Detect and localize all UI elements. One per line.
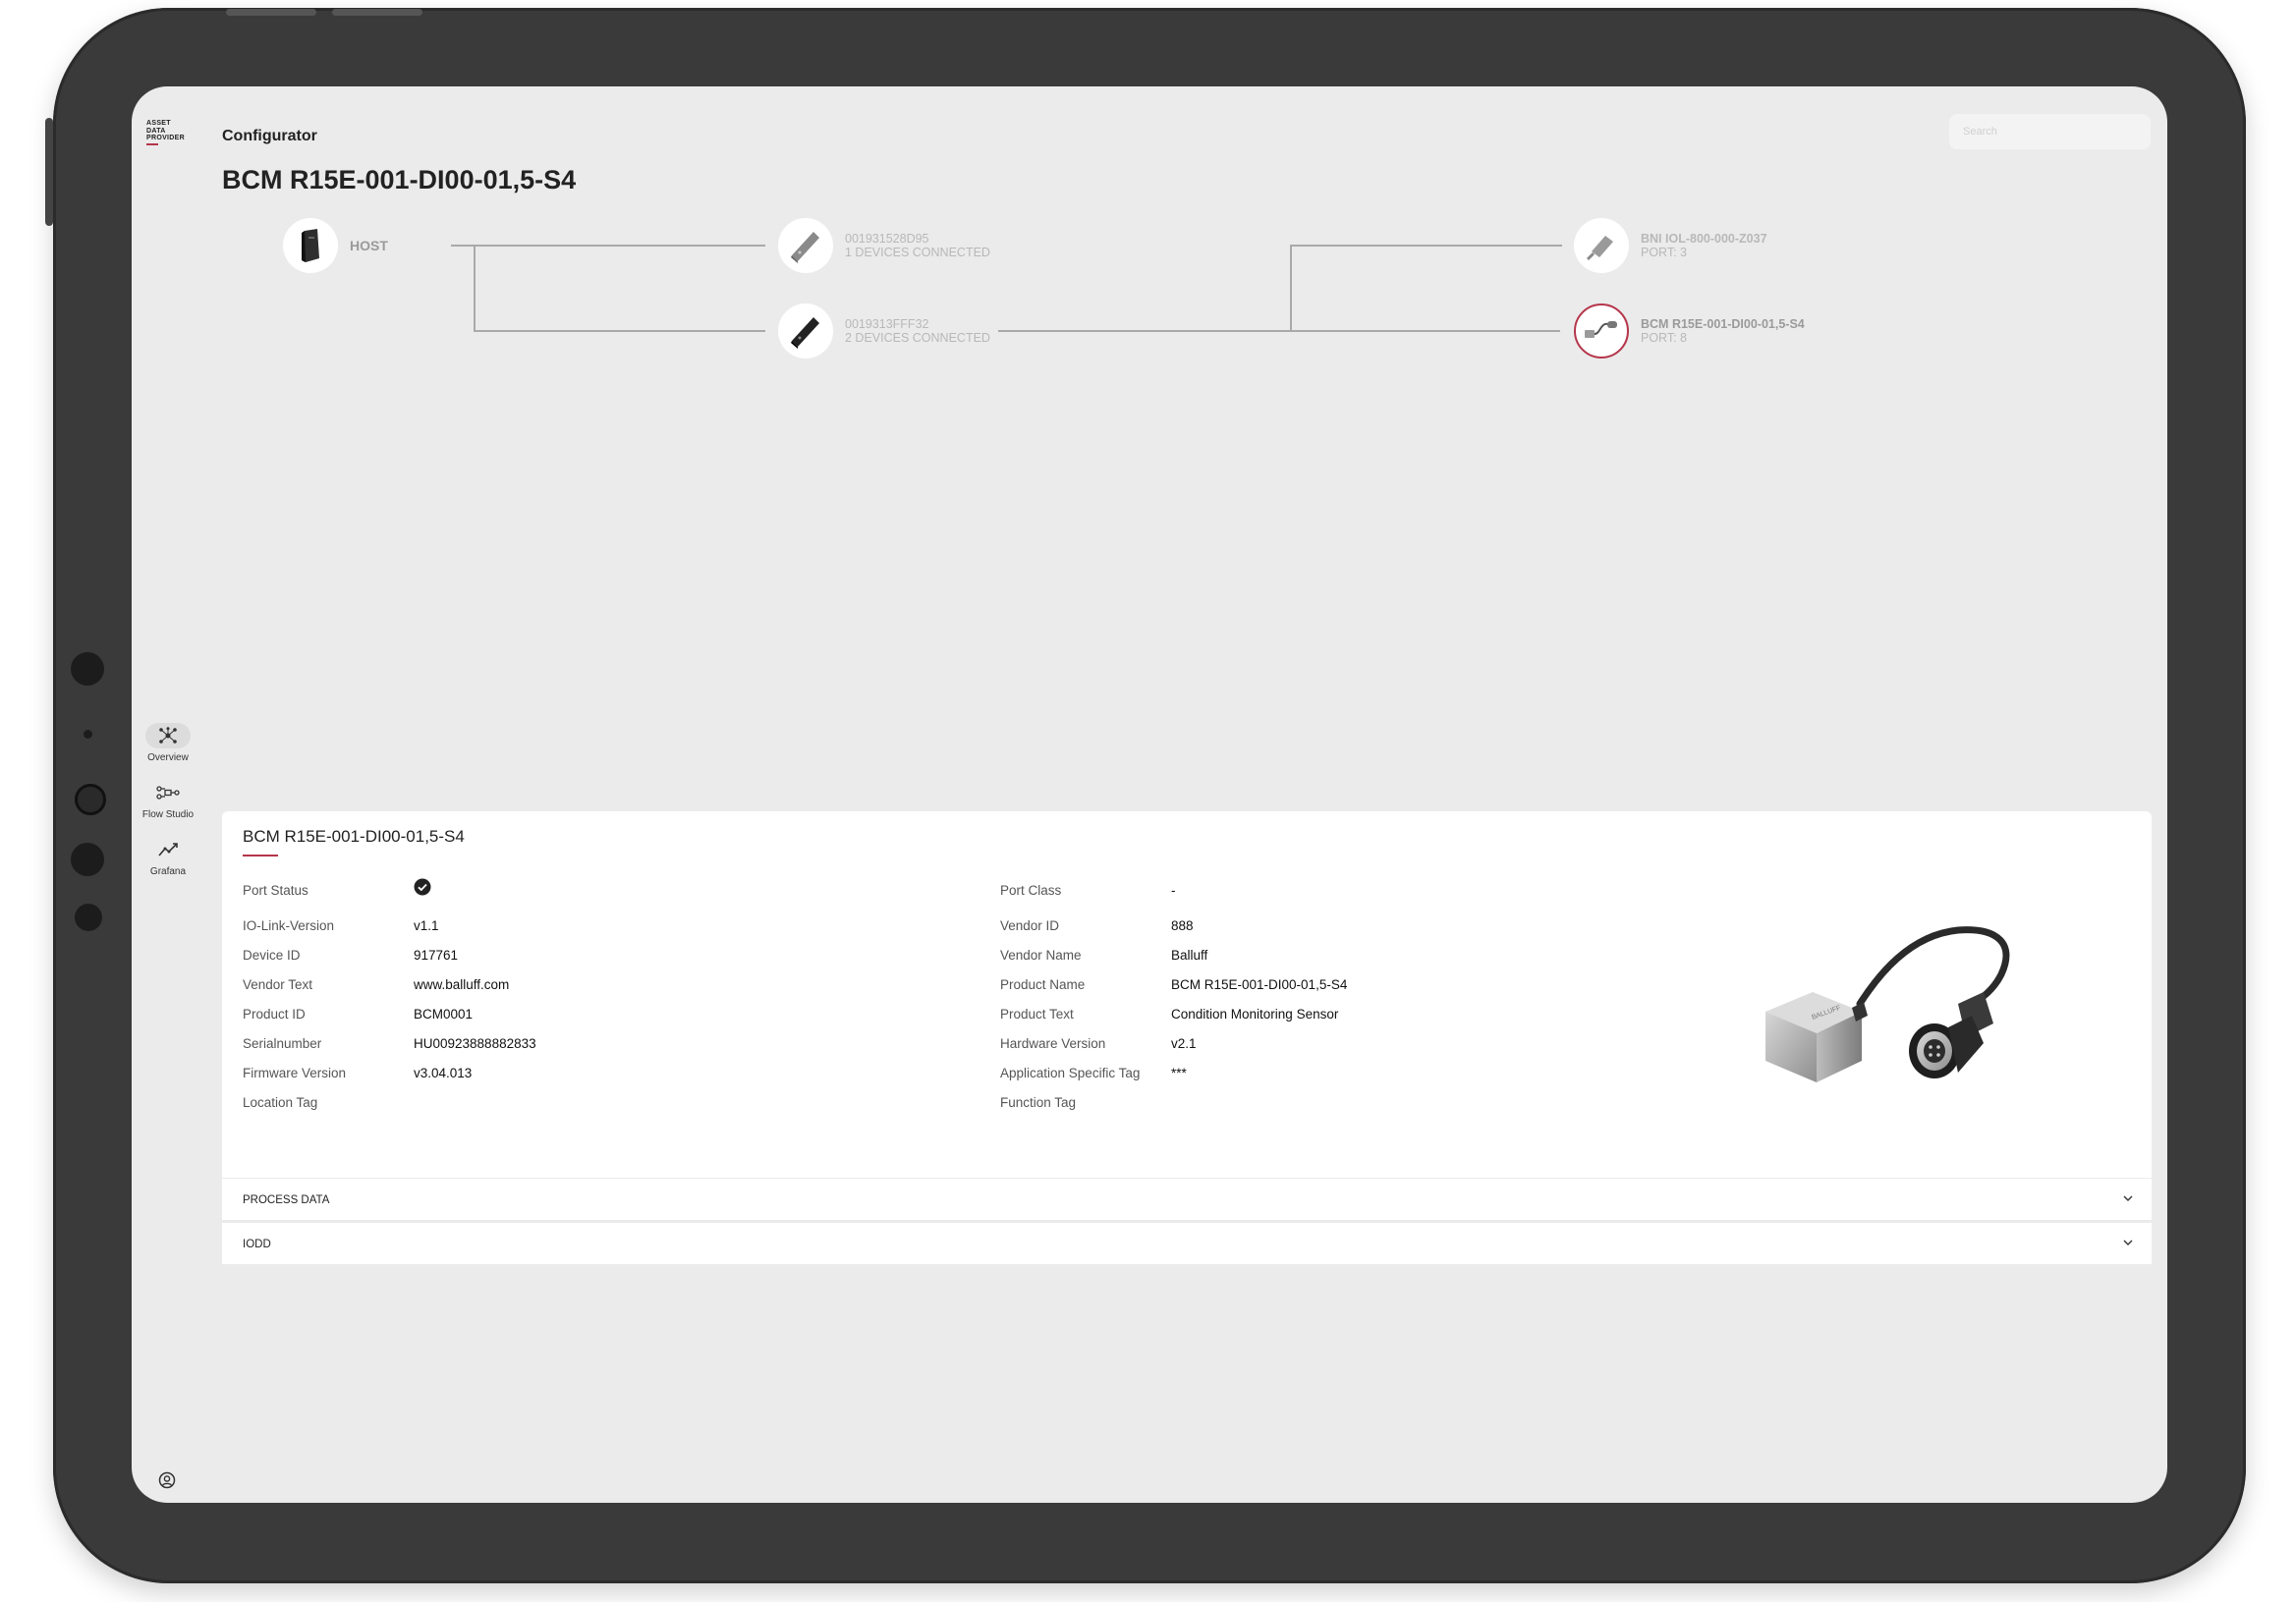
camera-lens (75, 784, 106, 815)
detail-key: Application Specific Tag (1000, 1066, 1141, 1080)
accordion-iodd[interactable]: IODD (222, 1223, 2152, 1264)
detail-key: Hardware Version (1000, 1036, 1106, 1051)
topology-device-node[interactable]: BNI IOL-800-000-Z037 PORT: 3 (1574, 218, 1767, 273)
detail-key: Product Text (1000, 1007, 1074, 1022)
host-device-icon (283, 218, 338, 273)
nav-item-flow-studio[interactable]: Flow Studio (140, 780, 196, 820)
accordion-process-data[interactable]: PROCESS DATA (222, 1179, 2152, 1220)
detail-key: Vendor Name (1000, 948, 1082, 963)
sensor-cable-icon (1574, 304, 1629, 359)
host-label: HOST (350, 238, 388, 253)
detail-key: Function Tag (1000, 1095, 1077, 1110)
side-button (45, 118, 53, 226)
flow-icon (145, 780, 191, 805)
topology-connectors (451, 245, 1562, 332)
device-port: PORT: 3 (1641, 246, 1688, 259)
master-status: 2 DEVICES CONNECTED (845, 331, 990, 345)
detail-value: Balluff (1171, 948, 1208, 963)
device-port: PORT: 8 (1641, 331, 1688, 345)
sensor-dot (71, 843, 104, 876)
master-device-icon (778, 304, 833, 359)
product-image: BALLUFF (1762, 925, 2017, 1097)
chevron-down-icon (2122, 1237, 2134, 1251)
device-name: BNI IOL-800-000-Z037 (1641, 232, 1767, 246)
detail-key: Port Status (243, 883, 308, 898)
detail-value: v2.1 (1171, 1036, 1197, 1051)
detail-value: www.balluff.com (414, 977, 510, 992)
volume-button (226, 9, 316, 16)
detail-value: *** (1171, 1066, 1187, 1080)
nav-item-overview[interactable]: Overview (140, 723, 196, 763)
detail-key: Port Class (1000, 883, 1062, 898)
accordion-label: IODD (243, 1239, 271, 1250)
detail-key: Location Tag (243, 1095, 318, 1110)
detail-value: - (1171, 883, 1176, 898)
nav-label: Grafana (149, 866, 187, 877)
topology-master-node[interactable]: 0019313FFF32 2 DEVICES CONNECTED (778, 304, 990, 359)
chevron-down-icon (2122, 1192, 2134, 1207)
device-hub-icon (1574, 218, 1629, 273)
device-detail-panel: BCM R15E-001-DI00-01,5-S4 Port Status IO… (222, 811, 2152, 1178)
detail-key: Firmware Version (243, 1066, 347, 1080)
app-screen: ASSET DATA PROVIDER Configurator BCM R15… (132, 86, 2167, 1503)
detail-value: BCM R15E-001-DI00-01,5-S4 (1171, 977, 1348, 992)
detail-key: Vendor Text (243, 977, 313, 992)
master-device-icon (778, 218, 833, 273)
sensor-dot (84, 730, 92, 739)
sensor-dot (71, 652, 104, 686)
detail-key: Product ID (243, 1007, 306, 1022)
detail-value: BCM0001 (414, 1007, 474, 1022)
detail-key: Product Name (1000, 977, 1086, 992)
detail-value: 888 (1171, 918, 1194, 933)
detail-value: HU00923888882833 (414, 1036, 536, 1051)
topology-device-node-selected[interactable]: BCM R15E-001-DI00-01,5-S4 PORT: 8 (1574, 304, 1805, 359)
title-underline (243, 855, 278, 856)
nav-label: Flow Studio (141, 809, 195, 820)
detail-value: 917761 (414, 948, 459, 963)
device-name: BCM R15E-001-DI00-01,5-S4 (1641, 317, 1805, 331)
master-status: 1 DEVICES CONNECTED (845, 246, 990, 259)
detail-key: Serialnumber (243, 1036, 322, 1051)
detail-value: v1.1 (414, 918, 439, 933)
topology-host-node[interactable]: HOST (283, 218, 388, 273)
chart-icon (145, 837, 191, 862)
check-circle-icon (414, 878, 431, 899)
power-button (332, 9, 422, 16)
nav-label: Overview (147, 752, 189, 763)
detail-key: Vendor ID (1000, 918, 1060, 933)
detail-key: Device ID (243, 948, 301, 963)
topology-master-node[interactable]: 001931528D95 1 DEVICES CONNECTED (778, 218, 990, 273)
sensor-dot (75, 904, 102, 931)
detail-key: IO-Link-Version (243, 918, 335, 933)
user-icon[interactable] (158, 1471, 176, 1494)
master-name: 0019313FFF32 (845, 317, 929, 331)
nav-item-grafana[interactable]: Grafana (140, 837, 196, 877)
panel-title: BCM R15E-001-DI00-01,5-S4 (243, 827, 465, 846)
detail-value: Condition Monitoring Sensor (1171, 1007, 1339, 1022)
network-icon (145, 723, 191, 748)
master-name: 001931528D95 (845, 232, 929, 246)
accordion-label: PROCESS DATA (243, 1194, 330, 1206)
detail-value: v3.04.013 (414, 1066, 473, 1080)
